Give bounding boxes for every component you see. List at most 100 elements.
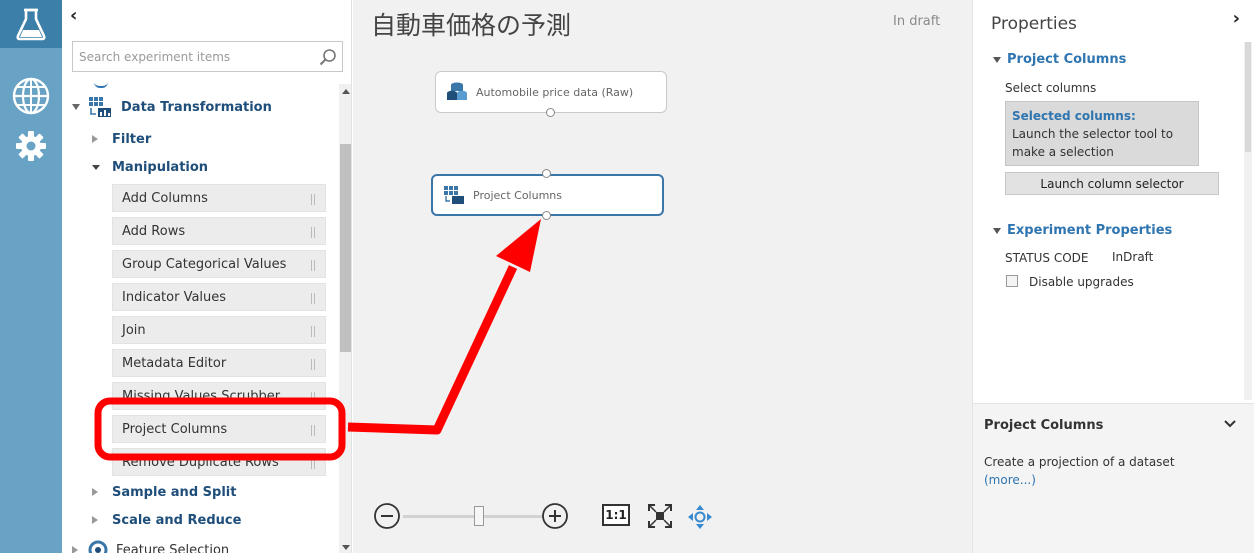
expand-triangle-icon — [993, 56, 1001, 63]
rail-settings[interactable] — [0, 122, 62, 170]
group-label: Manipulation — [112, 159, 209, 175]
node-project-columns[interactable]: Project Columns — [431, 174, 664, 216]
left-nav-rail — [0, 0, 62, 553]
properties-title: Properties — [991, 14, 1077, 34]
chevron-down-icon[interactable] — [1224, 420, 1236, 428]
selected-columns-text: Launch the selector tool to make a selec… — [1012, 127, 1174, 159]
drag-grip-icon — [311, 392, 315, 403]
group-manipulation[interactable]: Manipulation — [92, 155, 208, 179]
zoom-slider-thumb[interactable] — [474, 506, 484, 526]
module-palette: ‹ Data Transformation Filter Manipulatio… — [62, 0, 352, 553]
project-columns-icon — [444, 186, 464, 204]
help-more-link[interactable]: (more...) — [984, 473, 1036, 487]
search-input[interactable] — [73, 42, 303, 71]
search-icon[interactable] — [319, 48, 337, 70]
scroll-thumb[interactable] — [1245, 42, 1251, 152]
output-port[interactable] — [542, 211, 551, 220]
section-experiment-properties[interactable]: Experiment Properties — [993, 223, 1172, 238]
drag-grip-icon — [311, 359, 315, 370]
category-data-transformation[interactable]: Data Transformation — [72, 94, 272, 120]
module-group-categorical-values[interactable]: Group Categorical Values — [112, 250, 326, 278]
expand-triangle-icon — [92, 164, 100, 170]
scroll-down-icon[interactable] — [342, 545, 350, 550]
fit-to-screen-icon[interactable] — [647, 503, 673, 529]
group-label: Scale and Reduce — [112, 512, 242, 528]
group-label: Sample and Split — [112, 484, 237, 500]
category-feature-selection[interactable]: Feature Selection — [72, 537, 229, 553]
properties-panel: Properties › Project Columns Select colu… — [972, 0, 1254, 403]
module-label: Indicator Values — [122, 289, 227, 305]
collapsed-triangle-icon — [92, 516, 98, 524]
category-label: Feature Selection — [116, 542, 230, 553]
group-filter[interactable]: Filter — [92, 127, 151, 151]
flask-icon — [16, 8, 46, 41]
module-label: Join — [122, 322, 146, 338]
zoom-out-icon[interactable] — [373, 502, 401, 530]
palette-search — [72, 41, 343, 72]
experiment-canvas[interactable]: 自動車価格の予測 In draft Automobile price data … — [353, 0, 972, 553]
drag-grip-icon — [311, 458, 315, 469]
quick-help-panel: Project Columns Create a projection of a… — [972, 403, 1254, 553]
module-add-columns[interactable]: Add Columns — [112, 184, 326, 212]
expand-triangle-icon — [993, 227, 1001, 234]
expand-triangle-icon — [72, 104, 80, 110]
properties-scrollbar[interactable] — [1244, 42, 1252, 400]
scroll-up-icon[interactable] — [342, 89, 350, 94]
zoom-slider-track[interactable] — [403, 515, 543, 518]
section-label: Project Columns — [1007, 52, 1127, 67]
module-label: Metadata Editor — [122, 355, 227, 371]
globe-icon — [12, 77, 50, 115]
selected-columns-header: Selected columns: — [1012, 109, 1136, 123]
module-indicator-values[interactable]: Indicator Values — [112, 283, 326, 311]
node-automobile-price-data[interactable]: Automobile price data (Raw) — [435, 71, 667, 113]
input-port[interactable] — [542, 169, 551, 178]
help-description: Create a projection of a dataset — [984, 455, 1175, 469]
scrolled-item-fragment — [94, 82, 108, 88]
rail-web-services[interactable] — [0, 72, 62, 120]
pan-icon[interactable] — [687, 504, 713, 530]
palette-scrollbar[interactable] — [339, 84, 351, 553]
collapsed-triangle-icon — [92, 488, 98, 496]
module-add-rows[interactable]: Add Rows — [112, 217, 326, 245]
drag-grip-icon — [311, 227, 315, 238]
select-columns-label: Select columns — [1005, 81, 1097, 95]
zoom-in-icon[interactable] — [541, 502, 569, 530]
collapsed-triangle-icon — [92, 135, 98, 143]
module-project-columns[interactable]: Project Columns — [112, 415, 326, 443]
gear-icon — [16, 131, 46, 161]
actual-size-button[interactable]: 1:1 — [602, 504, 630, 526]
module-label: Add Columns — [122, 190, 208, 206]
collapse-palette-button[interactable]: ‹ — [70, 6, 77, 26]
module-label: Missing Values Scrubber — [122, 388, 281, 404]
module-remove-duplicate-rows[interactable]: Remove Duplicate Rows — [112, 448, 326, 476]
module-metadata-editor[interactable]: Metadata Editor — [112, 349, 326, 377]
section-project-columns[interactable]: Project Columns — [993, 52, 1126, 67]
status-code-value: InDraft — [1112, 250, 1154, 264]
module-join[interactable]: Join — [112, 316, 326, 344]
drag-grip-icon — [311, 326, 315, 337]
module-label: Group Categorical Values — [122, 256, 287, 272]
data-transformation-icon — [89, 97, 111, 117]
experiment-title[interactable]: 自動車価格の予測 — [371, 6, 571, 42]
drag-grip-icon — [311, 425, 315, 436]
collapse-properties-button[interactable]: › — [1233, 8, 1240, 29]
group-scale-and-reduce[interactable]: Scale and Reduce — [92, 508, 241, 532]
module-label: Remove Duplicate Rows — [122, 454, 279, 470]
disable-upgrades-checkbox[interactable] — [1006, 275, 1018, 287]
group-label: Filter — [112, 131, 152, 147]
output-port[interactable] — [546, 108, 555, 117]
scroll-thumb[interactable] — [340, 144, 351, 352]
node-label: Automobile price data (Raw) — [476, 85, 634, 99]
group-sample-and-split[interactable]: Sample and Split — [92, 480, 236, 504]
drag-grip-icon — [311, 260, 315, 271]
rail-experiments[interactable] — [0, 0, 62, 48]
help-title: Project Columns — [984, 418, 1104, 433]
collapsed-triangle-icon — [72, 546, 78, 553]
status-code-label: STATUS CODE — [1005, 251, 1089, 265]
launch-column-selector-button[interactable]: Launch column selector — [1005, 172, 1219, 195]
drag-grip-icon — [311, 194, 315, 205]
module-label: Project Columns — [122, 421, 228, 437]
selected-columns-box: Selected columns: Launch the selector to… — [1005, 101, 1199, 166]
node-label: Project Columns — [473, 188, 562, 202]
module-missing-values-scrubber[interactable]: Missing Values Scrubber — [112, 382, 326, 410]
